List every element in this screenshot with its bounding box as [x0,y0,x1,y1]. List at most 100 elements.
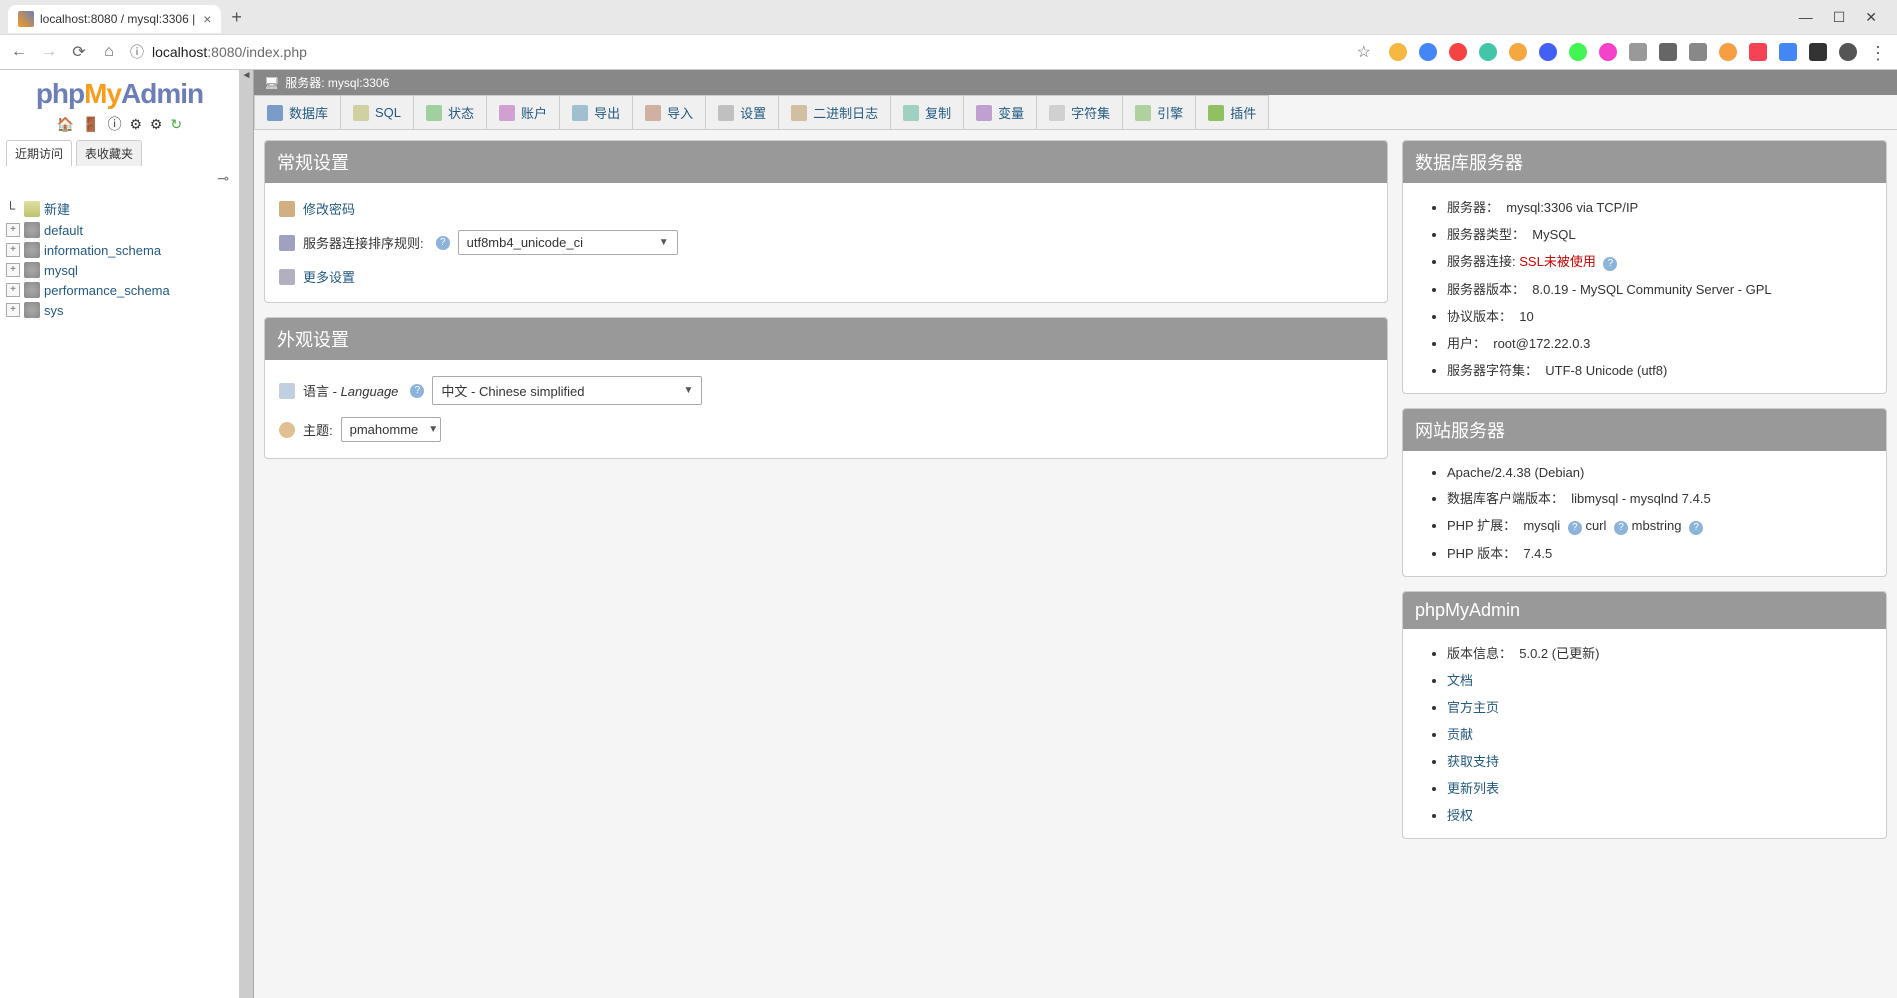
tree-db-mysql[interactable]: + mysql [6,260,233,280]
ext-icon-9[interactable] [1629,43,1647,61]
expand-icon[interactable]: + [6,243,20,257]
ext-icon-8[interactable] [1599,43,1617,61]
nav-settings-icon[interactable]: ⚙ [150,116,163,132]
sidebar-tab-recent[interactable]: 近期访问 [6,140,72,166]
help-icon[interactable]: ? [1603,257,1617,271]
language-select[interactable]: 中文 - Chinese simplified ▼ [432,376,702,405]
tree-db-performance-schema[interactable]: + performance_schema [6,280,233,300]
help-icon[interactable]: ? [1568,521,1582,535]
tab-databases[interactable]: 数据库 [254,95,341,129]
help-icon[interactable]: ? [1689,521,1703,535]
theme-select[interactable]: pmahomme ▼ [341,417,441,442]
ext-icon-2[interactable] [1419,43,1437,61]
change-password-link[interactable]: 修改密码 [303,199,355,218]
site-info-icon[interactable]: ⓘ [130,42,144,62]
expand-icon[interactable]: + [6,303,20,317]
tab-status[interactable]: 状态 [413,95,487,129]
bookmark-icon[interactable]: ☆ [1357,42,1371,62]
ext-icon-14[interactable] [1779,43,1797,61]
panel-title: 外观设置 [265,318,1387,360]
tree-db-sys[interactable]: + sys [6,300,233,320]
logout-icon[interactable]: 🚪 [82,116,99,132]
tree-db-information-schema[interactable]: + information_schema [6,240,233,260]
forward-button[interactable]: → [40,43,58,61]
info-protocol-version: 协议版本： 10 [1447,302,1872,329]
sidebar-tab-favorites[interactable]: 表收藏夹 [76,140,142,166]
expand-icon[interactable]: + [6,263,20,277]
ext-icon-4[interactable] [1479,43,1497,61]
ext-icon-11[interactable] [1689,43,1707,61]
reload-nav-icon[interactable]: ↻ [170,116,182,132]
tab-settings[interactable]: 设置 [705,95,779,129]
replication-icon [903,105,919,121]
docs-icon[interactable]: ⓘ [108,116,122,132]
phpmyadmin-logo[interactable]: phpMyAdmin [0,70,239,112]
ext-icon-15[interactable] [1809,43,1827,61]
sidebar-tabs: 近期访问 表收藏夹 [0,140,239,166]
tab-close-icon[interactable]: × [203,11,211,27]
tab-import[interactable]: 导入 [632,95,706,129]
binlog-icon [791,105,807,121]
maximize-button[interactable]: ☐ [1833,9,1846,26]
back-button[interactable]: ← [10,43,28,61]
link-changelog[interactable]: 更新列表 [1447,781,1499,796]
lock-icon [279,201,295,217]
minimize-button[interactable]: — [1799,9,1813,26]
language-icon [279,383,295,399]
help-icon[interactable]: ? [436,236,450,250]
new-tab-button[interactable]: + [231,7,242,28]
sql-icon[interactable]: ⚙ [129,116,142,132]
ext-icon-1[interactable] [1389,43,1407,61]
tree-db-default[interactable]: + default [6,220,233,240]
reload-button[interactable]: ⟳ [70,42,88,62]
ext-icon-7[interactable] [1569,43,1587,61]
url-field[interactable]: ⓘ localhost:8080/index.php [130,42,1345,62]
tab-variables[interactable]: 变量 [963,95,1037,129]
tab-charsets[interactable]: 字符集 [1036,95,1123,129]
home-icon[interactable]: 🏠 [57,116,74,132]
expand-icon[interactable]: + [6,283,20,297]
info-pma-version: 版本信息： 5.0.2 (已更新) [1447,639,1872,666]
ext-icon-6[interactable] [1539,43,1557,61]
sidebar-collapse-handle[interactable]: ◄ [240,70,254,998]
tab-plugins[interactable]: 插件 [1195,95,1269,129]
profile-avatar[interactable] [1839,43,1857,61]
sidebar-filter[interactable]: ⊸ [0,166,239,193]
tab-export[interactable]: 导出 [559,95,633,129]
link-support[interactable]: 获取支持 [1447,754,1499,769]
ext-icon-5[interactable] [1509,43,1527,61]
link-contribute[interactable]: 贡献 [1447,727,1473,742]
tree-new-db[interactable]: └ 新建 [6,197,233,220]
top-tabs: 数据库 SQL 状态 账户 导出 导入 设置 二进制日志 复制 变量 字符集 引… [254,95,1897,130]
new-db-label: 新建 [44,199,70,218]
link-license[interactable]: 授权 [1447,808,1473,823]
home-button[interactable]: ⌂ [100,43,118,61]
help-icon[interactable]: ? [410,384,424,398]
more-settings-link[interactable]: 更多设置 [303,267,355,286]
ext-icon-3[interactable] [1449,43,1467,61]
plugin-icon [1208,105,1224,121]
link-homepage[interactable]: 官方主页 [1447,700,1499,715]
theme-label: 主题: [303,420,333,439]
close-button[interactable]: ✕ [1865,9,1877,26]
link-docs[interactable]: 文档 [1447,673,1473,688]
server-icon: 🖥 [264,76,279,90]
server-breadcrumb[interactable]: 🖥 服务器: mysql:3306 [254,70,1897,95]
help-icon[interactable]: ? [1614,521,1628,535]
tab-replication[interactable]: 复制 [890,95,964,129]
browser-tab[interactable]: localhost:8080 / mysql:3306 | × [8,5,221,33]
browser-menu-button[interactable]: ⋮ [1869,43,1887,61]
info-server-version: 服务器版本： 8.0.19 - MySQL Community Server -… [1447,275,1872,302]
ext-icon-12[interactable] [1719,43,1737,61]
tab-sql[interactable]: SQL [340,95,414,129]
tab-users[interactable]: 账户 [486,95,560,129]
collation-select[interactable]: utf8mb4_unicode_ci ▼ [458,230,678,255]
tree-connector-icon: └ [6,201,20,216]
tab-binlog[interactable]: 二进制日志 [778,95,891,129]
expand-icon[interactable]: + [6,223,20,237]
ext-icon-10[interactable] [1659,43,1677,61]
tab-engines[interactable]: 引擎 [1122,95,1196,129]
ext-icon-13[interactable] [1749,43,1767,61]
wrench-icon [279,269,295,285]
tab-title: localhost:8080 / mysql:3306 | [40,12,195,26]
